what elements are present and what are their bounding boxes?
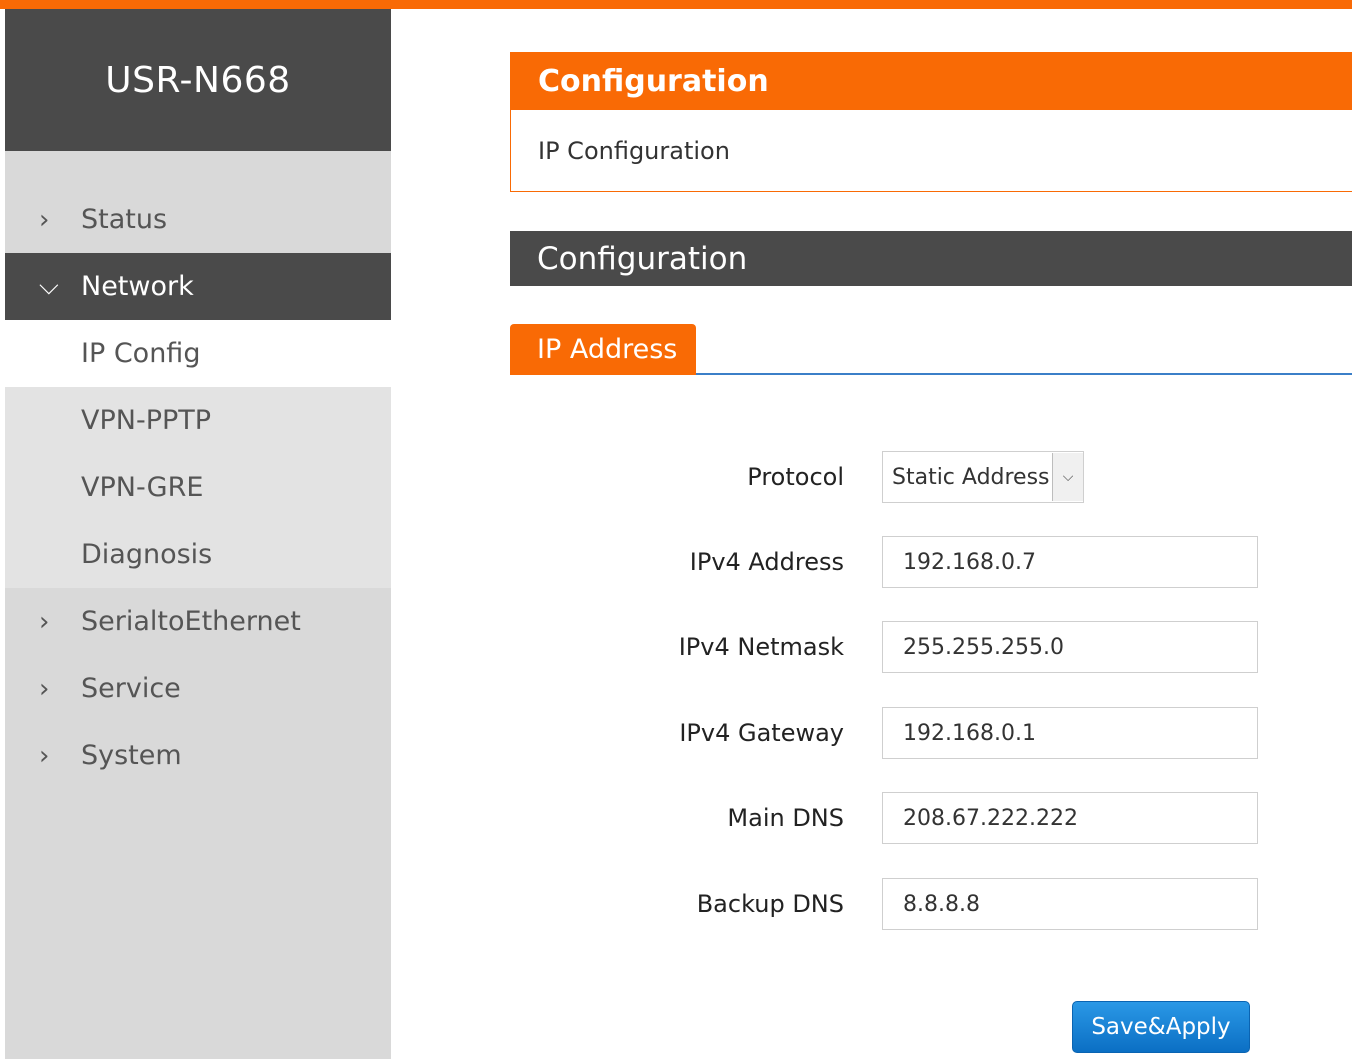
save-apply-button[interactable]: Save&Apply	[1072, 1001, 1250, 1053]
ipv4-address-label: IPv4 Address	[689, 548, 844, 576]
sidebar-subitem-vpn-gre[interactable]: VPN-GRE	[5, 454, 391, 521]
main-dns-label: Main DNS	[727, 804, 844, 832]
ipv4-gateway-row: IPv4 Gateway	[600, 707, 1300, 759]
chevron-down-icon: ⌵	[39, 271, 59, 301]
chevron-down-icon: ⌵	[1052, 453, 1083, 501]
sidebar-item-status[interactable]: › Status	[5, 186, 391, 253]
network-submenu: IP Config VPN-PPTP VPN-GRE Diagnosis	[5, 320, 391, 588]
brand-header: USR-N668	[5, 9, 391, 151]
ipv4-gateway-label: IPv4 Gateway	[679, 719, 844, 747]
backup-dns-row: Backup DNS	[600, 878, 1300, 930]
sidebar-subitem-ip-config[interactable]: IP Config	[5, 320, 391, 387]
backup-dns-input[interactable]	[882, 878, 1258, 930]
sidebar-item-network[interactable]: ⌵ Network	[5, 253, 391, 320]
configuration-panel: Configuration IP Configuration	[510, 52, 1352, 192]
ipv4-address-input[interactable]	[882, 536, 1258, 588]
top-accent-bar	[0, 0, 1352, 9]
tab-ip-address[interactable]: IP Address	[510, 324, 696, 375]
sidebar-item-label: System	[81, 740, 182, 771]
section-title: Configuration	[510, 231, 1352, 286]
sidebar-item-label: Status	[81, 204, 168, 235]
chevron-right-icon: ›	[39, 606, 50, 637]
main-dns-input[interactable]	[882, 792, 1258, 844]
chevron-right-icon: ›	[39, 673, 50, 704]
ipv4-netmask-input[interactable]	[882, 621, 1258, 673]
breadcrumb: IP Configuration	[538, 137, 730, 165]
sidebar-subitem-diagnosis[interactable]: Diagnosis	[5, 521, 391, 588]
main-dns-row: Main DNS	[600, 792, 1300, 844]
sidebar-item-service[interactable]: › Service	[5, 655, 391, 722]
sidebar-nav: › Status ⌵ Network IP Config VPN-PPTP VP…	[5, 186, 391, 789]
sidebar: USR-N668 › Status ⌵ Network IP Config VP…	[5, 9, 391, 1059]
sidebar-item-label: SerialtoEthernet	[81, 606, 301, 637]
sidebar-item-label: Service	[81, 673, 181, 704]
protocol-select[interactable]: Static Address ⌵	[882, 451, 1084, 503]
app-title: USR-N668	[105, 59, 291, 101]
chevron-right-icon: ›	[39, 740, 50, 771]
sidebar-item-system[interactable]: › System	[5, 722, 391, 789]
sidebar-item-serialtoethernet[interactable]: › SerialtoEthernet	[5, 588, 391, 655]
sidebar-subitem-vpn-pptp[interactable]: VPN-PPTP	[5, 387, 391, 454]
protocol-label: Protocol	[747, 463, 844, 491]
ipv4-gateway-input[interactable]	[882, 707, 1258, 759]
protocol-select-value: Static Address	[892, 464, 1050, 490]
backup-dns-label: Backup DNS	[696, 890, 844, 918]
page-title: Configuration	[511, 53, 1352, 110]
ipv4-netmask-row: IPv4 Netmask	[600, 621, 1300, 673]
ipv4-address-row: IPv4 Address	[600, 536, 1300, 588]
ipv4-netmask-label: IPv4 Netmask	[678, 633, 844, 661]
chevron-right-icon: ›	[39, 204, 50, 235]
protocol-row: Protocol Static Address ⌵	[600, 451, 1300, 503]
sidebar-item-label: Network	[81, 271, 194, 302]
